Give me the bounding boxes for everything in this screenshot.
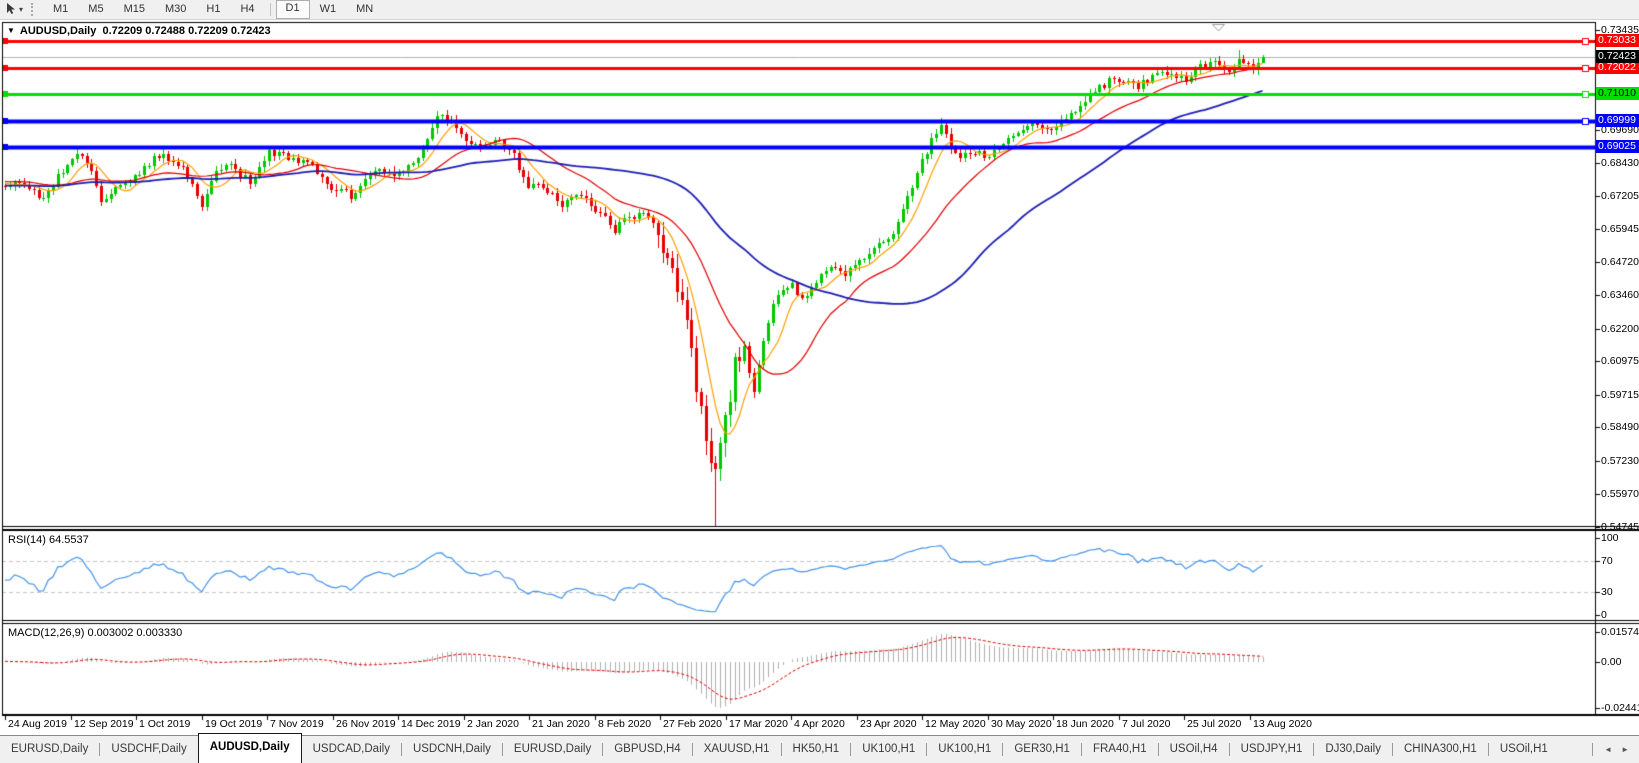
date-axis-label: 24 Aug 2019 — [8, 718, 67, 730]
tab-bar: EURUSD,Daily USDCHF,Daily AUDUSD,Daily USDC… — [0, 733, 1639, 763]
date-axis-label: 4 Apr 2020 — [794, 718, 845, 730]
ohlc-values: 0.72209 0.72488 0.72209 0.72423 — [102, 25, 271, 37]
date-axis-label: 8 Feb 2020 — [598, 718, 652, 730]
chart-tab-uk100-h1[interactable]: UK100,H1 — [927, 736, 1002, 763]
tab-scroll-controls: ◄ ► — [1582, 743, 1639, 756]
chart-tab-china300-h1[interactable]: CHINA300,H1 — [1393, 736, 1488, 763]
mt4-window: { "toolbar": { "cursor_tool": "cursor-to… — [0, 0, 1639, 763]
timeframe-button-w1[interactable]: W1 — [310, 1, 347, 18]
date-axis-label: 7 Nov 2019 — [270, 718, 324, 730]
rsi-label: RSI(14) 64.5537 — [8, 534, 89, 546]
date-axis-label: 18 Jun 2020 — [1056, 718, 1114, 730]
chart-tab-usdjpy-h1[interactable]: USDJPY,H1 — [1230, 736, 1314, 763]
macd-label: MACD(12,26,9) 0.003002 0.003330 — [8, 627, 183, 639]
tab-scroll-left-icon[interactable]: ◄ — [1604, 745, 1612, 754]
price-axis-tick: 0.67205 — [1601, 190, 1639, 202]
chart-tab-dj30-daily[interactable]: DJ30,Daily — [1314, 736, 1392, 763]
timeframe-button-m5[interactable]: M5 — [78, 1, 113, 18]
date-axis-label: 26 Nov 2019 — [336, 718, 396, 730]
date-axis-label: 17 Mar 2020 — [729, 718, 788, 730]
chart-tab-xauusd-h1[interactable]: XAUUSD,H1 — [693, 736, 781, 763]
date-axis-label: 19 Oct 2019 — [205, 718, 263, 730]
timeframe-button-d1[interactable]: D1 — [275, 0, 310, 19]
price-axis-tick: 0.58490 — [1601, 421, 1639, 433]
date-axis-label: 21 Jan 2020 — [532, 718, 590, 730]
price-level-label[interactable]: 0.69025 — [1596, 140, 1639, 153]
timeframe-button-m15[interactable]: M15 — [114, 1, 155, 18]
timeframe-button-m1[interactable]: M1 — [43, 1, 78, 18]
price-axis-tick: 0.55970 — [1601, 488, 1639, 500]
price-level-label[interactable]: 0.73033 — [1596, 34, 1639, 47]
chart-tab-uk100-h1[interactable]: UK100,H1 — [851, 736, 926, 763]
chart-canvas[interactable] — [0, 0, 1639, 763]
timeframe-button-mn[interactable]: MN — [346, 1, 383, 18]
toolbar-separator — [269, 3, 271, 16]
price-axis-tick: 0.64720 — [1601, 256, 1639, 268]
price-level-label[interactable]: 0.69999 — [1596, 114, 1639, 127]
price-axis-tick: 0.63460 — [1601, 289, 1639, 301]
chart-tab-fra40-h1[interactable]: FRA40,H1 — [1082, 736, 1158, 763]
chart-tab-hk50-h1[interactable]: HK50,H1 — [782, 736, 851, 763]
chart-tab-ger30-h1[interactable]: GER30,H1 — [1003, 736, 1081, 763]
tab-divider — [1592, 743, 1594, 756]
toolbar-grip[interactable] — [31, 3, 36, 16]
price-level-label[interactable]: 0.71010 — [1596, 87, 1639, 100]
rsi-axis-tick: 100 — [1601, 532, 1619, 544]
symbol-period-label: AUDUSD,Daily — [19, 25, 97, 37]
price-axis-tick: 0.59715 — [1601, 389, 1639, 401]
timeframe-button-m30[interactable]: M30 — [155, 1, 196, 18]
date-axis-label: 14 Dec 2019 — [401, 718, 461, 730]
collapse-arrow-icon[interactable]: ▼ — [7, 26, 15, 35]
tab-scroll-right-icon[interactable]: ► — [1621, 745, 1629, 754]
rsi-axis-tick: 0 — [1601, 609, 1607, 621]
cursor-tool-button[interactable]: ▾ — [0, 1, 27, 18]
price-axis-tick: 0.60975 — [1601, 355, 1639, 367]
chart-tab-usdchf-daily[interactable]: USDCHF,Daily — [100, 736, 197, 763]
rsi-axis-tick: 70 — [1601, 555, 1613, 567]
date-axis-label: 7 Jul 2020 — [1122, 718, 1171, 730]
price-axis-tick: 0.62200 — [1601, 323, 1639, 335]
chart-tab-gbpusd-h4[interactable]: GBPUSD,H4 — [603, 736, 691, 763]
date-axis-label: 27 Feb 2020 — [663, 718, 722, 730]
chart-tab-audusd-daily[interactable]: AUDUSD,Daily — [197, 733, 302, 763]
price-axis-tick: 0.65945 — [1601, 223, 1639, 235]
macd-axis-tick: 0.015741 — [1601, 626, 1639, 638]
macd-axis-tick: -0.024412 — [1601, 702, 1639, 714]
date-axis-label: 2 Jan 2020 — [467, 718, 519, 730]
chart-title: ▼ AUDUSD,Daily 0.72209 0.72488 0.72209 0.… — [7, 25, 271, 37]
chart-tab-usdcad-daily[interactable]: USDCAD,Daily — [302, 736, 401, 763]
chart-tab-usdcnh-daily[interactable]: USDCNH,Daily — [402, 736, 502, 763]
timeframe-button-h1[interactable]: H1 — [196, 1, 230, 18]
date-axis-label: 13 Aug 2020 — [1253, 718, 1312, 730]
macd-axis-tick: 0.00 — [1601, 656, 1622, 668]
toolbar: ▾ M1 M5 M15 M30 H1 H4 D1 W1 MN — [0, 0, 1639, 20]
date-axis-label: 23 Apr 2020 — [860, 718, 917, 730]
chart-tab-eurusd-daily[interactable]: EURUSD,Daily — [0, 736, 99, 763]
chevron-down-icon[interactable]: ▾ — [19, 5, 23, 14]
rsi-axis-tick: 30 — [1601, 586, 1613, 598]
date-axis-label: 1 Oct 2019 — [139, 718, 191, 730]
current-price-label: 0.72423 — [1596, 50, 1639, 63]
price-axis-tick: 0.68430 — [1601, 157, 1639, 169]
chart-tab-eurusd-daily[interactable]: EURUSD,Daily — [503, 736, 602, 763]
timeframe-button-group: M1 M5 M15 M30 H1 H4 D1 W1 MN — [43, 0, 383, 19]
chart-tab-usoil-h4[interactable]: USOil,H4 — [1159, 736, 1229, 763]
chart-tab-usoil-h1[interactable]: USOil,H1 — [1489, 736, 1559, 763]
cursor-tool-icon — [4, 2, 17, 18]
date-axis-label: 12 May 2020 — [925, 718, 986, 730]
date-axis-label: 25 Jul 2020 — [1187, 718, 1242, 730]
timeframe-button-h4[interactable]: H4 — [230, 1, 264, 18]
price-axis-tick: 0.57230 — [1601, 455, 1639, 467]
date-axis-label: 30 May 2020 — [991, 718, 1052, 730]
date-axis-label: 12 Sep 2019 — [74, 718, 134, 730]
